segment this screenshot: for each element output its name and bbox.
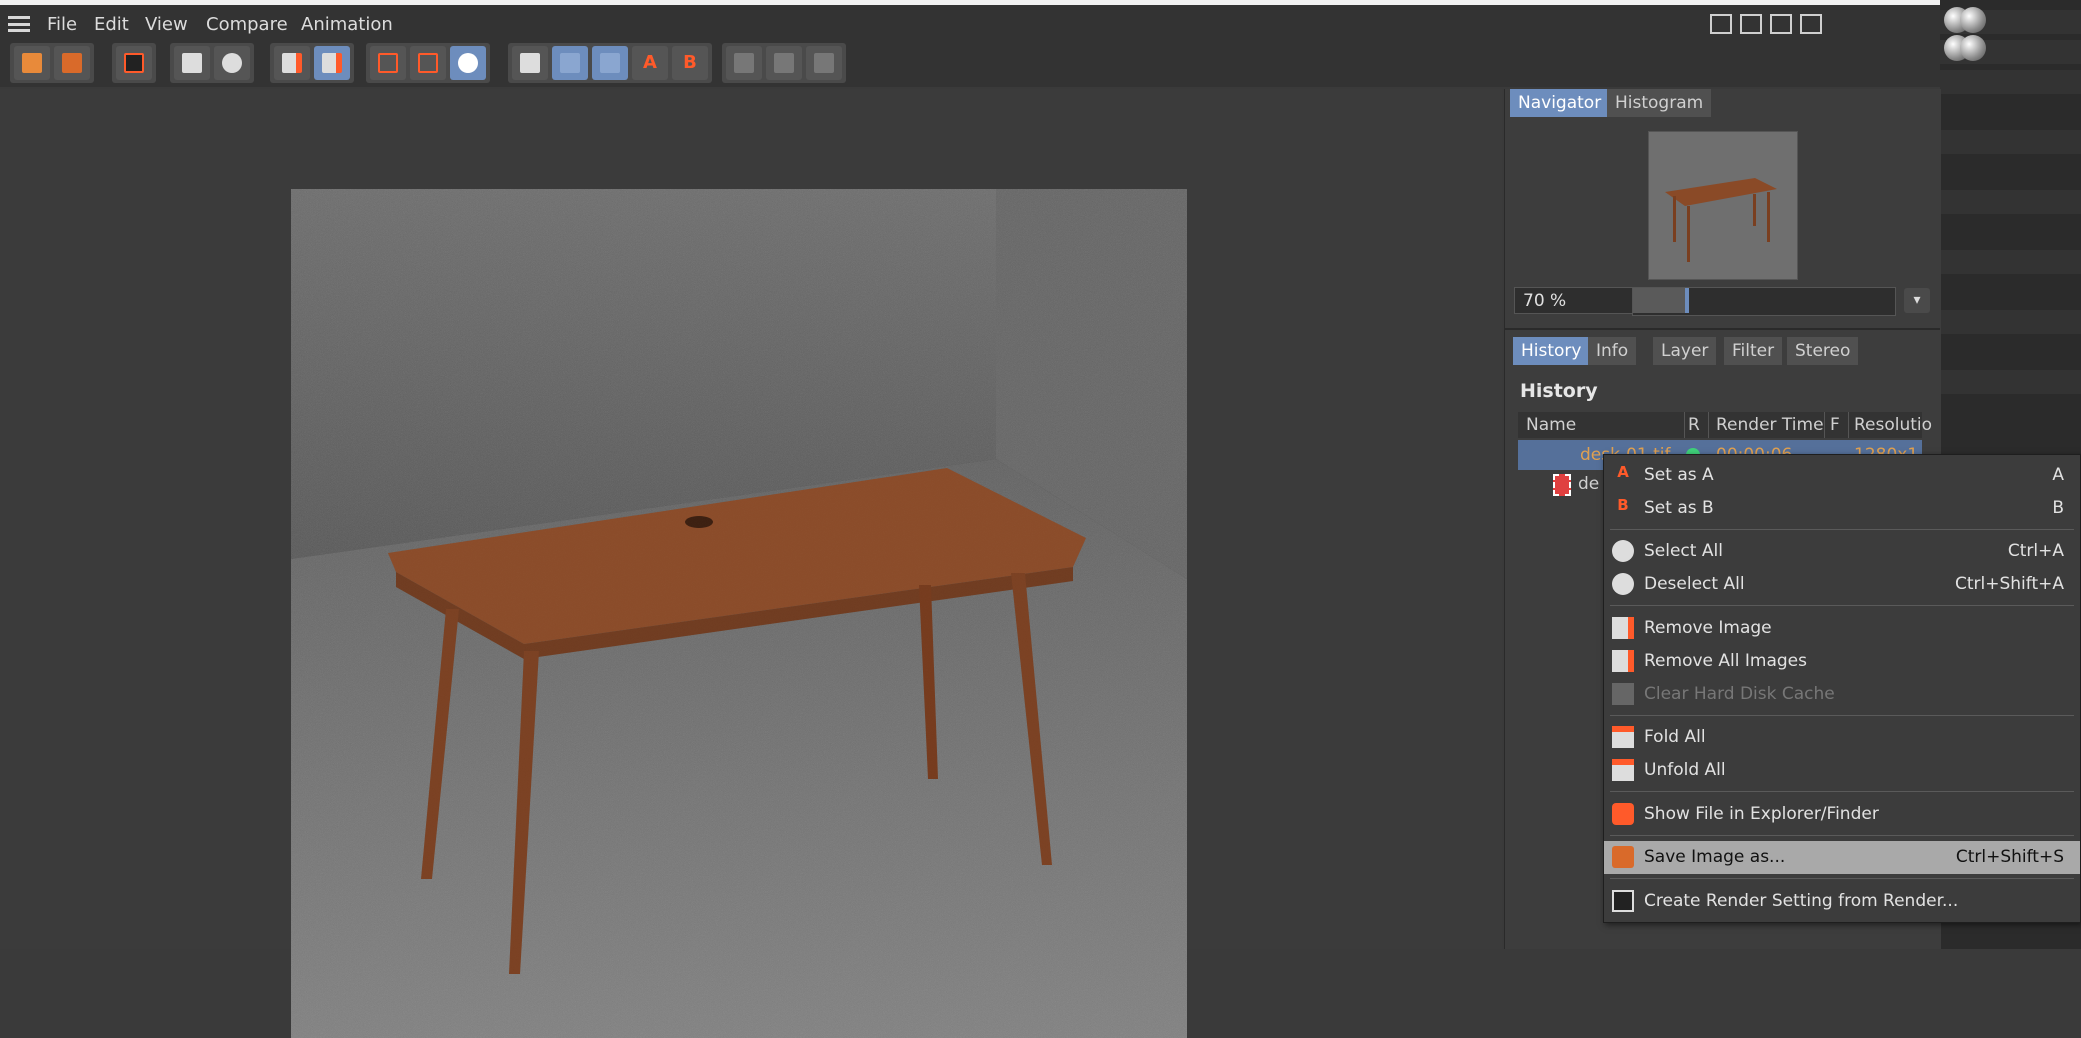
deselect-all-icon — [1612, 573, 1634, 595]
zoom-slider-fill — [1633, 288, 1685, 313]
menu-item-set-as-a[interactable]: A Set as A A — [1604, 459, 2080, 492]
tab-filter[interactable]: Filter — [1724, 337, 1783, 365]
view-region-icon[interactable] — [370, 46, 406, 80]
file-icon — [1553, 474, 1571, 496]
menu-item-deselect-all[interactable]: Deselect All Ctrl+Shift+A — [1604, 568, 2080, 601]
history-title: History — [1520, 380, 1598, 402]
save-image-icon — [1612, 846, 1634, 868]
tab-navigator[interactable]: Navigator — [1510, 89, 1610, 117]
show-ab-icon[interactable] — [450, 46, 486, 80]
menu-item-remove-all-images[interactable]: Remove All Images — [1604, 645, 2080, 678]
toolbar-group-file — [10, 43, 94, 83]
column-frame[interactable]: F — [1830, 415, 1840, 435]
menu-item-select-all[interactable]: Select All Ctrl+A — [1604, 535, 2080, 568]
tab-history[interactable]: History — [1513, 337, 1590, 365]
zoom-slider[interactable] — [1632, 287, 1896, 316]
toolbar-group-remove — [270, 43, 354, 83]
set-a-icon: A — [1617, 463, 1629, 481]
menu-item-save-image-as[interactable]: Save Image as... Ctrl+Shift+S — [1604, 841, 2080, 874]
row-name: de — [1578, 474, 1600, 494]
remove-all-icon[interactable] — [314, 46, 350, 80]
view-region-alt-icon[interactable] — [410, 46, 446, 80]
compare-c-icon[interactable] — [806, 46, 842, 80]
render-viewport[interactable] — [0, 89, 1502, 1038]
panel-divider — [1504, 328, 1940, 330]
column-r[interactable]: R — [1688, 415, 1700, 435]
menu-item-show-file[interactable]: Show File in Explorer/Finder — [1604, 798, 2080, 831]
menu-separator — [1610, 791, 2074, 792]
remove-all-images-icon — [1612, 650, 1634, 672]
chevron-down-icon[interactable]: ▾ — [1904, 288, 1930, 313]
material-sphere-icon[interactable] — [1960, 35, 1986, 61]
menu-item-set-as-b[interactable]: B Set as B B — [1604, 492, 2080, 525]
toolbar-group-copy — [170, 43, 254, 83]
menu-item-fold-all[interactable]: Fold All — [1604, 721, 2080, 754]
copy-to-render-icon[interactable] — [174, 46, 210, 80]
tab-layer[interactable]: Layer — [1653, 337, 1717, 365]
panel-toggle-icon[interactable] — [1710, 14, 1732, 34]
layout-controls — [1710, 14, 1822, 34]
remove-image-icon[interactable] — [274, 46, 310, 80]
menu-separator — [1610, 715, 2074, 716]
history-table-header: Name R Render Time F Resolutio — [1518, 412, 1932, 438]
render-setting-icon — [1612, 890, 1634, 912]
tab-info[interactable]: Info — [1588, 337, 1637, 365]
show-file-icon — [1612, 803, 1634, 825]
menu-compare[interactable]: Compare — [206, 14, 288, 35]
rendered-image — [291, 189, 1187, 1038]
menu-item-create-render-setting[interactable]: Create Render Setting from Render... — [1604, 885, 2080, 918]
ab-compare-split-icon[interactable] — [552, 46, 588, 80]
pin-icon[interactable] — [1800, 14, 1822, 34]
clear-cache-icon — [1612, 683, 1634, 705]
open-file-icon[interactable] — [14, 46, 50, 80]
compare-b-icon[interactable] — [766, 46, 802, 80]
material-sphere-icon[interactable] — [1960, 7, 1986, 33]
stop-render-icon[interactable] — [116, 46, 152, 80]
toolbar-group-region — [366, 43, 490, 83]
column-render-time[interactable]: Render Time — [1716, 415, 1824, 435]
select-all-icon — [1612, 540, 1634, 562]
ab-compare-diff-icon[interactable] — [592, 46, 628, 80]
hamburger-menu-icon[interactable] — [8, 16, 30, 32]
menu-separator — [1610, 529, 2074, 530]
menu-separator — [1610, 878, 2074, 879]
maximize-icon[interactable] — [1740, 14, 1762, 34]
menu-item-unfold-all[interactable]: Unfold All — [1604, 754, 2080, 787]
remove-image-icon — [1612, 617, 1634, 639]
menu-item-remove-image[interactable]: Remove Image — [1604, 612, 2080, 645]
menu-separator — [1610, 605, 2074, 606]
toolbar: A B — [0, 41, 1940, 87]
zoom-input[interactable]: 70 % — [1514, 287, 1634, 314]
unfold-all-icon — [1612, 759, 1634, 781]
menu-item-clear-cache: Clear Hard Disk Cache — [1604, 678, 2080, 711]
menu-view[interactable]: View — [145, 14, 188, 35]
ab-compare-icon[interactable] — [512, 46, 548, 80]
toolbar-group-stop — [112, 43, 156, 83]
fold-all-icon — [1612, 726, 1634, 748]
tab-stereo[interactable]: Stereo — [1787, 337, 1859, 365]
tab-histogram[interactable]: Histogram — [1607, 89, 1712, 117]
zoom-slider-handle[interactable] — [1685, 288, 1689, 313]
move-icon[interactable] — [1770, 14, 1792, 34]
compare-a-icon[interactable] — [726, 46, 762, 80]
context-menu: A Set as A A B Set as B B Select All Ctr… — [1603, 454, 2081, 923]
set-b-icon: B — [1617, 496, 1629, 514]
navigator-thumbnail[interactable] — [1648, 131, 1798, 280]
save-icon[interactable] — [54, 46, 90, 80]
set-b-icon[interactable]: B — [672, 46, 708, 80]
set-a-icon[interactable]: A — [632, 46, 668, 80]
toolbar-group-compare: A B — [508, 43, 712, 83]
menu-edit[interactable]: Edit — [94, 14, 129, 35]
column-resolution[interactable]: Resolutio — [1854, 415, 1932, 435]
menu-separator — [1610, 835, 2074, 836]
column-name[interactable]: Name — [1526, 415, 1576, 435]
copy-to-view-icon[interactable] — [214, 46, 250, 80]
toolbar-group-misc — [722, 43, 846, 83]
menu-file[interactable]: File — [47, 14, 77, 35]
menu-animation[interactable]: Animation — [301, 14, 393, 35]
menubar: File Edit View Compare Animation — [0, 5, 1940, 41]
